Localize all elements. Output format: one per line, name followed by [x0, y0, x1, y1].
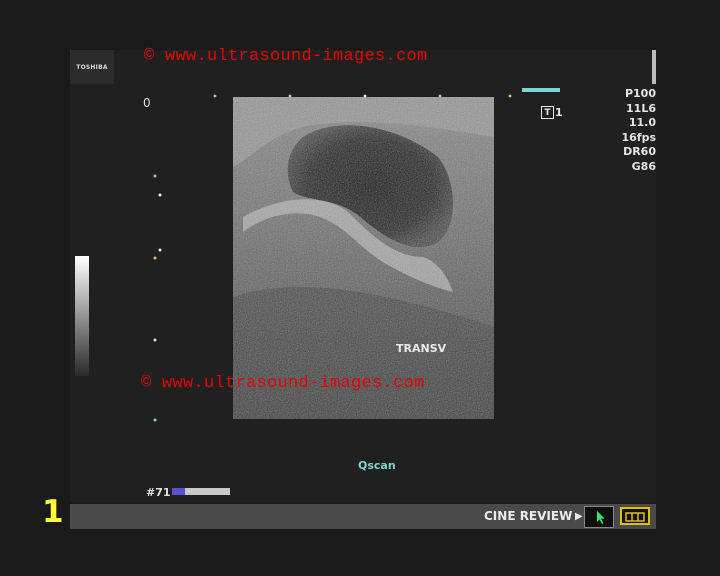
grayscale-bar [75, 256, 89, 376]
mode-label: Qscan [358, 459, 396, 472]
cursor-button[interactable] [584, 506, 614, 528]
depth-marker [153, 174, 157, 178]
lateral-marker [213, 94, 217, 98]
frame-index-number: 1 [42, 494, 64, 530]
imaging-parameters: P100 11L6 11.0 16fps DR60 G86 [621, 87, 656, 174]
depth-scale-markers [153, 174, 162, 422]
cine-frame-slider-fill [172, 488, 185, 495]
transducer-icon: T [541, 106, 554, 119]
cine-frame-slider[interactable] [172, 488, 230, 495]
transducer-label: 1 [555, 106, 563, 119]
watermark-bottom: © www.ultrasound-images.com [141, 374, 425, 393]
watermark-top: © www.ultrasound-images.com [144, 47, 428, 66]
depth-marker [153, 418, 157, 422]
lateral-marker [288, 94, 292, 98]
parameter-dynamic-range: DR60 [623, 145, 656, 158]
focus-indicator-icon [522, 88, 560, 92]
depth-marker [153, 338, 157, 342]
scroll-indicator [652, 50, 656, 84]
depth-zero-label: 0 [143, 96, 151, 110]
ultrasound-image [233, 97, 494, 419]
parameter-power: P100 [624, 87, 656, 100]
lateral-scale-markers [213, 94, 512, 98]
depth-marker [158, 248, 162, 252]
view-annotation: TRANSV [396, 342, 447, 355]
cine-review-label: CINE REVIEW [484, 509, 573, 523]
parameter-probe: 11L6 [626, 101, 656, 115]
lateral-marker [438, 94, 442, 98]
cursor-arrow-icon [597, 511, 605, 524]
cine-frame-label: #71 [146, 486, 171, 499]
ultrasound-scan-graphic [233, 97, 494, 419]
battery-cells-icon [625, 512, 645, 522]
battery-icon [620, 507, 650, 525]
lateral-marker [508, 94, 512, 98]
depth-marker [158, 193, 162, 197]
play-arrow-icon[interactable]: ▶ [575, 511, 583, 522]
lateral-marker [363, 94, 367, 98]
toshiba-logo: TOSHIBA [70, 50, 114, 84]
depth-marker [153, 256, 157, 260]
parameter-gain: G86 [631, 159, 656, 173]
parameter-frequency: 11.0 [628, 116, 656, 129]
parameter-frame-rate: 16fps [621, 130, 656, 144]
